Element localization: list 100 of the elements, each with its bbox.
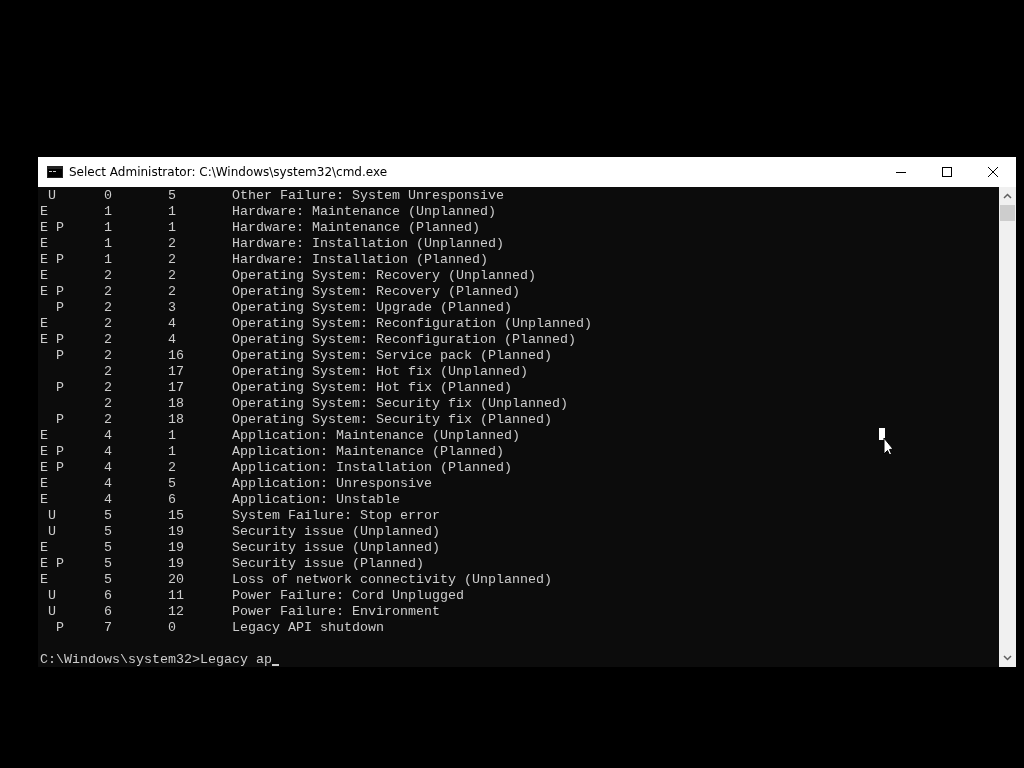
major-code: 4: [104, 492, 113, 508]
flags-text: E P: [40, 252, 65, 268]
reason-text: Operating System: Security fix (Planned): [232, 412, 552, 428]
major-code: 6: [104, 588, 113, 604]
scrollbar[interactable]: [999, 187, 1016, 667]
reason-text: Application: Installation (Planned): [232, 460, 512, 476]
flags-text: E: [40, 236, 49, 252]
reason-text: Power Failure: Environment: [232, 604, 440, 620]
flags-text: U: [47, 524, 57, 540]
minor-code: 16: [168, 348, 185, 364]
major-code: 6: [104, 604, 113, 620]
major-code: 2: [104, 412, 113, 428]
major-code: 5: [104, 556, 113, 572]
flags-text: E: [40, 572, 49, 588]
major-code: 1: [104, 220, 113, 236]
flags-text: U: [47, 588, 57, 604]
command-input[interactable]: Legacy ap: [199, 652, 272, 668]
flags-text: E P: [40, 332, 65, 348]
flags-text: E P: [40, 460, 65, 476]
flags-text: P: [55, 620, 65, 636]
minor-code: 2: [168, 252, 177, 268]
minor-code: 2: [168, 460, 177, 476]
reason-text: Application: Unstable: [232, 492, 400, 508]
minor-code: 1: [168, 428, 177, 444]
flags-text: E: [40, 476, 49, 492]
reason-text: Hardware: Installation (Planned): [232, 252, 488, 268]
text-cursor: [271, 664, 279, 666]
minor-code: 12: [168, 604, 185, 620]
major-code: 1: [104, 252, 113, 268]
flags-text: U: [47, 188, 57, 204]
reason-text: Operating System: Security fix (Unplanned): [232, 396, 568, 412]
flags-text: E P: [40, 444, 65, 460]
minor-code: 2: [168, 236, 177, 252]
major-code: 5: [104, 524, 113, 540]
major-code: 1: [104, 236, 113, 252]
reason-text: Legacy API shutdown: [232, 620, 384, 636]
flags-text: E: [40, 204, 49, 220]
minor-code: 11: [168, 588, 185, 604]
reason-text: Operating System: Recovery (Unplanned): [232, 268, 536, 284]
minor-code: 15: [168, 508, 185, 524]
major-code: 2: [104, 284, 113, 300]
reason-text: Operating System: Service pack (Planned): [232, 348, 552, 364]
reason-text: Operating System: Hot fix (Planned): [232, 380, 512, 396]
minor-code: 2: [168, 268, 177, 284]
reason-text: Security issue (Planned): [232, 556, 424, 572]
major-code: 2: [104, 268, 113, 284]
flags-text: E: [40, 428, 49, 444]
flags-text: E: [40, 268, 49, 284]
close-icon: [988, 167, 998, 177]
minor-code: 17: [168, 380, 185, 396]
major-code: 5: [104, 572, 113, 588]
reason-text: Security issue (Unplanned): [232, 540, 440, 556]
flags-text: E: [40, 316, 49, 332]
minor-code: 18: [168, 412, 185, 428]
flags-text: E P: [40, 556, 65, 572]
reason-text: Security issue (Unplanned): [232, 524, 440, 540]
minor-code: 19: [168, 540, 185, 556]
minor-code: 5: [168, 188, 177, 204]
reason-text: Loss of network connectivity (Unplanned): [232, 572, 552, 588]
flags-text: E P: [40, 220, 65, 236]
flags-text: P: [55, 380, 65, 396]
minor-code: 5: [168, 476, 177, 492]
scroll-thumb[interactable]: [1000, 205, 1015, 221]
reason-text: Other Failure: System Unresponsive: [232, 188, 504, 204]
minor-code: 3: [168, 300, 177, 316]
window-title: Select Administrator: C:\Windows\system32\cmd.exe: [69, 165, 388, 179]
reason-text: Power Failure: Cord Unplugged: [232, 588, 464, 604]
prompt-path: C:\Windows\system32>: [40, 652, 200, 668]
minor-code: 20: [168, 572, 185, 588]
flags-text: P: [55, 348, 65, 364]
reason-text: Operating System: Hot fix (Unplanned): [232, 364, 528, 380]
minor-code: 2: [168, 284, 177, 300]
minor-code: 0: [168, 620, 177, 636]
minor-code: 6: [168, 492, 177, 508]
major-code: 4: [104, 460, 113, 476]
minor-code: 4: [168, 316, 177, 332]
flags-text: P: [55, 412, 65, 428]
scroll-up-icon[interactable]: [1003, 193, 1012, 199]
scroll-down-icon[interactable]: [1003, 655, 1012, 661]
console-icon: [47, 166, 63, 178]
major-code: 2: [104, 316, 113, 332]
maximize-icon: [942, 167, 952, 177]
flags-text: U: [47, 604, 57, 620]
major-code: 1: [104, 204, 113, 220]
reason-text: Application: Maintenance (Unplanned): [232, 428, 520, 444]
minor-code: 4: [168, 332, 177, 348]
flags-text: P: [55, 300, 65, 316]
major-code: 2: [104, 380, 113, 396]
major-code: 2: [104, 396, 113, 412]
major-code: 2: [104, 364, 113, 380]
major-code: 2: [104, 300, 113, 316]
reason-text: Operating System: Reconfiguration (Planned): [232, 332, 576, 348]
minor-code: 17: [168, 364, 185, 380]
minor-code: 19: [168, 556, 185, 572]
major-code: 5: [104, 508, 113, 524]
major-code: 2: [104, 348, 113, 364]
flags-text: U: [47, 508, 57, 524]
major-code: 0: [104, 188, 113, 204]
minor-code: 19: [168, 524, 185, 540]
major-code: 4: [104, 476, 113, 492]
